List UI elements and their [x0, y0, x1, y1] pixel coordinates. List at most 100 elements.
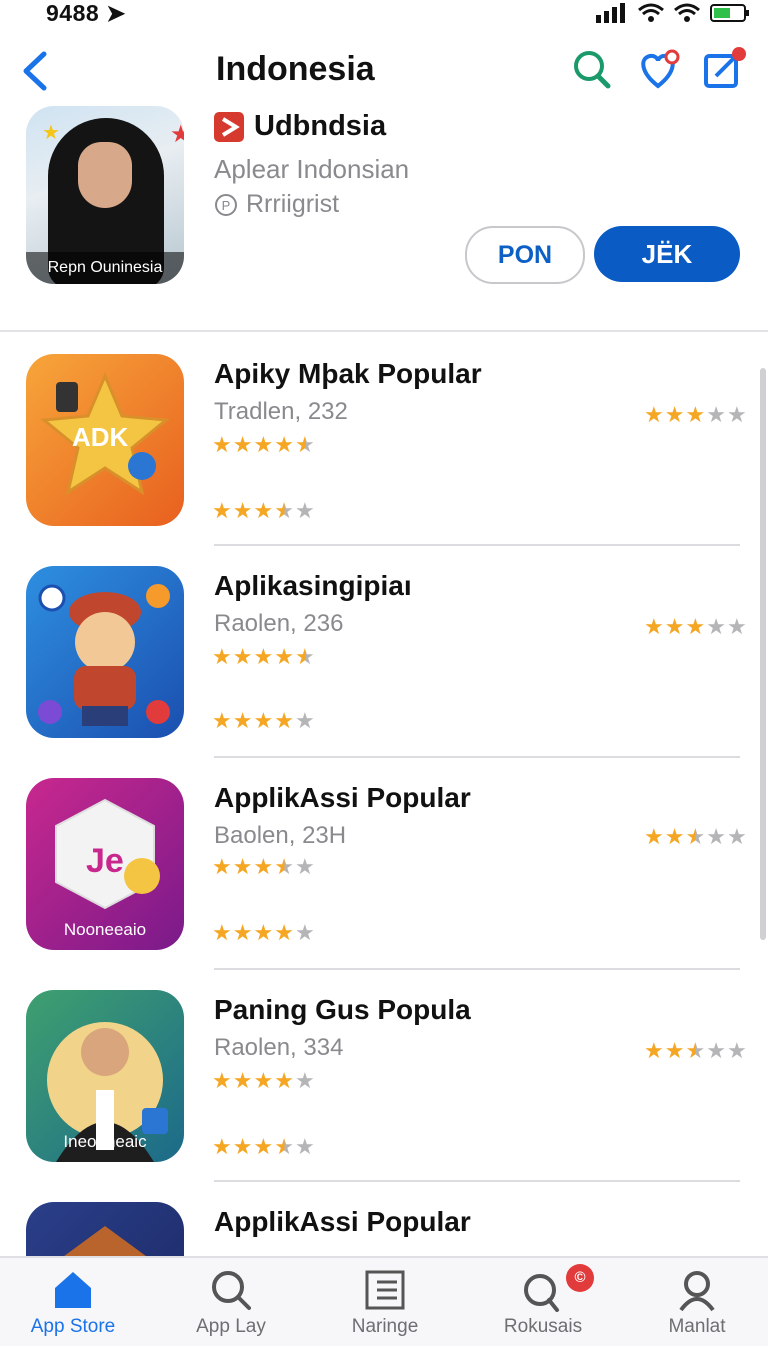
rating-stars-secondary: ★★★★★ [212, 708, 316, 734]
star-empty-icon: ★ [706, 824, 727, 849]
chevron-left-icon [23, 51, 47, 91]
scrollbar[interactable] [760, 368, 766, 940]
star-filled-icon: ★ [664, 614, 686, 639]
star-filled-icon: ★ [274, 920, 295, 945]
app-icon: Je Nooneeaio [26, 778, 184, 950]
star-filled-icon: ★ [685, 614, 707, 639]
star-filled-icon: ★ [253, 432, 275, 457]
star-filled-icon: ★ [253, 920, 275, 945]
star-filled-icon: ★ [232, 1134, 254, 1159]
hero-brand-name: Udbndsia [254, 110, 387, 142]
star-filled-icon: ★ [664, 824, 686, 849]
star-half-icon: ★ [685, 1038, 707, 1063]
hero-subtitle: Aplear Indonsian [214, 154, 410, 184]
app-icon [26, 1202, 184, 1256]
star-filled-icon: ★ [212, 1068, 233, 1093]
rating-stars-right: ★★★★★ [644, 614, 748, 640]
tab-label: Rokusais [503, 1316, 583, 1337]
open-button[interactable]: PON [465, 226, 585, 284]
app-icon: Ineoeneaic [26, 990, 184, 1162]
tab-manlat[interactable]: Manlat [632, 1258, 762, 1346]
status-bar: 9488 ➤ [0, 0, 768, 28]
hero-face-image [78, 142, 132, 208]
app-meta: Baolen, 23H [214, 822, 347, 849]
tab-label: App Lay [196, 1316, 266, 1337]
hero-copyright-text: Rrriigrist [246, 190, 340, 218]
list-item[interactable]: ApplikAssi Popular [0, 1182, 768, 1256]
search-icon [574, 51, 611, 89]
signal-icon [596, 3, 625, 23]
star-filled-icon: ★ [253, 644, 275, 669]
rating-stars-secondary: ★★★★★ [212, 498, 316, 524]
star-empty-icon: ★ [294, 1068, 316, 1093]
app-icon-caption: Ineoeneaic [63, 1132, 147, 1151]
rating-stars: ★★★★★ [212, 432, 316, 458]
nav-actions [570, 46, 746, 92]
star-empty-icon: ★ [706, 614, 727, 639]
hero-image[interactable]: ★ ★ Repn Ouninesia [26, 106, 184, 284]
house-icon [64, 1226, 146, 1256]
star-filled-icon: ★ [644, 614, 665, 639]
star-empty-icon: ★ [294, 708, 316, 733]
star-half-icon: ★ [274, 1134, 295, 1159]
tab-app-lay[interactable]: App Lay [166, 1258, 296, 1346]
app-title: ApplikAssi Popular [214, 1206, 471, 1237]
star-empty-icon: ★ [726, 614, 748, 639]
star-filled-icon: ★ [232, 920, 254, 945]
star-empty-icon: ★ [726, 1038, 748, 1063]
app-title: Aplikasingipiaı [214, 570, 412, 601]
list-icon [365, 1270, 405, 1310]
status-time: 9488 ➤ [46, 0, 126, 26]
app-icon-label: Je [86, 842, 124, 880]
star-filled-icon: ★ [274, 432, 295, 457]
tab-app-store[interactable]: App Store [8, 1258, 138, 1346]
star-filled-icon: ★ [212, 854, 233, 879]
tab-rokusais[interactable]: © Rokusais [478, 1258, 608, 1346]
compose-button[interactable] [702, 46, 746, 92]
star-half-icon: ★ [294, 644, 316, 669]
location-icon: ➤ [106, 0, 126, 26]
star-filled-icon: ★ [685, 402, 707, 427]
get-button[interactable]: JЁK [594, 226, 740, 282]
star-filled-icon: ★ [274, 1068, 295, 1093]
star-filled-icon: ★ [212, 498, 233, 523]
star-filled-icon: ★ [274, 708, 295, 733]
list-item[interactable]: ADK Apiky Mþak Popular Tradlen, 232 ★★★★… [0, 334, 768, 546]
notification-badge: © [566, 1264, 594, 1292]
star-empty-icon: ★ [706, 402, 727, 427]
app-title: Paning Gus Popula [214, 994, 471, 1025]
back-button[interactable] [16, 48, 56, 94]
app-icon-caption: Nooneeaio [63, 920, 147, 939]
search-badge-icon [524, 1274, 559, 1312]
star-filled-icon: ★ [232, 432, 254, 457]
star-filled-icon: ★ [253, 1068, 275, 1093]
star-filled-icon: ★ [253, 854, 275, 879]
list-item[interactable]: Je Nooneeaio ApplikAssi Popular Baolen, … [0, 758, 768, 970]
star-filled-icon: ★ [212, 920, 233, 945]
home-icon [55, 1272, 91, 1308]
status-icons [596, 3, 750, 23]
wishlist-button[interactable] [636, 46, 680, 92]
wifi-icon-2 [674, 3, 700, 22]
star-empty-icon: ★ [294, 920, 316, 945]
search-button[interactable] [570, 46, 614, 92]
rating-stars-right: ★★★★★ [644, 1038, 748, 1064]
hero-section: ★ ★ Repn Ouninesia Udbndsia Aplear Indon… [0, 104, 768, 330]
tab-label: Naringe [351, 1316, 419, 1337]
heart-badge-icon [641, 49, 680, 89]
app-title: ApplikAssi Popular [214, 782, 471, 813]
star-filled-icon: ★ [644, 824, 665, 849]
app-title: Apiky Mþak Popular [214, 358, 482, 389]
app-icon-label: ADK [72, 422, 129, 452]
tab-naringe[interactable]: Naringe [320, 1258, 450, 1346]
brand-logo-icon [214, 111, 244, 142]
rating-stars-right: ★★★★★ [644, 402, 748, 428]
star-filled-icon: ★ [232, 1068, 254, 1093]
star-half-icon: ★ [294, 432, 316, 457]
hero-brand: Udbndsia [214, 110, 386, 143]
star-empty-icon: ★ [706, 1038, 727, 1063]
list-item[interactable]: Ineoeneaic Paning Gus Popula Raolen, 334… [0, 970, 768, 1182]
star-filled-icon: ★ [253, 1134, 275, 1159]
hero-image-caption: Repn Ouninesia [26, 252, 184, 284]
list-item[interactable]: Aplikasingipiaı Raolen, 236 ★★★★★ ★★★★★ … [0, 546, 768, 758]
